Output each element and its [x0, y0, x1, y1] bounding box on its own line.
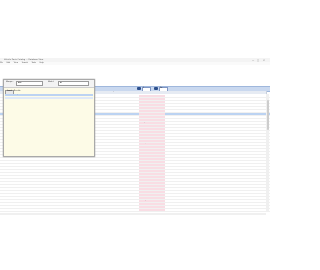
model-field[interactable]: A3	[58, 80, 89, 86]
table-cell: CODE-AM	[139, 208, 165, 212]
go-label: Go	[160, 87, 163, 89]
horizontal-scrollbar[interactable]	[0, 213, 266, 215]
table-cell: 1.8	[57, 208, 60, 210]
dialog-header: Marque: Audi Model: A3	[4, 80, 94, 88]
marque-field[interactable]: Audi	[16, 80, 43, 86]
page-value: 1	[143, 87, 145, 89]
table-row[interactable]: WINDOWS 2021 1.8 1.8 CODE-AM	[0, 208, 270, 213]
menu-tools[interactable]: Tools	[32, 62, 36, 64]
table-cell	[194, 209, 214, 212]
model-label: Model:	[48, 81, 55, 83]
table-cell: 1.8	[112, 208, 115, 210]
window-title: Vehicle Parts Catalog — Database View	[4, 58, 44, 61]
vertical-scroll-thumb[interactable]	[266, 100, 269, 130]
menu-search[interactable]: Search	[22, 62, 28, 64]
menu-edit[interactable]: Edit	[7, 62, 10, 64]
menu-file[interactable]: File	[0, 62, 3, 64]
first-page-icon[interactable]	[137, 86, 141, 90]
results-label: Results	[14, 90, 21, 93]
menu-view[interactable]: View	[14, 62, 18, 64]
search-dialog: Marque: Audi Model: A3 Search Results BO…	[3, 79, 95, 157]
menu-help[interactable]: Help	[40, 62, 44, 64]
result-row[interactable]: ROOF (8B) 4 PFC Tan	[5, 96, 93, 100]
marque-label: Marque:	[6, 81, 14, 83]
table-cell: 2021	[29, 208, 34, 210]
next-page-icon[interactable]	[154, 86, 158, 90]
table-cell: WINDOWS	[1, 208, 10, 210]
